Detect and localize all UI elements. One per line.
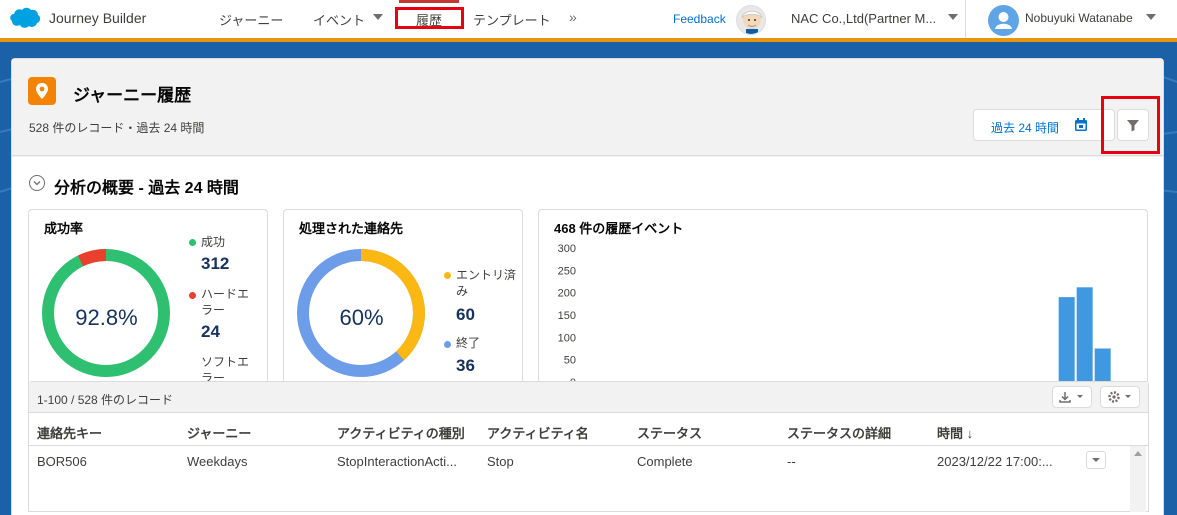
- column-header-sorted[interactable]: 時間 ↓: [937, 423, 973, 442]
- chart-bar[interactable]: [1076, 287, 1093, 382]
- legend-dot: [444, 341, 451, 348]
- history-card: ジャーニー履歴 528 件のレコード・過去 24 時間 過去 24 時間 分析の…: [11, 58, 1164, 515]
- user-avatar[interactable]: [988, 5, 1019, 36]
- contacts-percent-value: 60%: [339, 305, 384, 330]
- y-tick-label: 150: [558, 310, 576, 322]
- legend-label: ハードエラー: [201, 287, 250, 317]
- y-tick-label: 50: [564, 355, 576, 367]
- y-tick-label: 300: [558, 243, 576, 255]
- more-nav-icon[interactable]: »: [569, 9, 577, 25]
- nav-templates[interactable]: テンプレート: [473, 10, 551, 29]
- events-bar-chart: 05010015020025030012:0016:0020:000:004:0…: [558, 243, 1114, 401]
- app-title: Journey Builder: [49, 10, 147, 26]
- y-tick-label: 250: [558, 265, 576, 277]
- success-rate-tile: 成功率 92.8% 成功 312 ハードエラー 24 ソフトエラー 0: [28, 209, 268, 409]
- y-tick-label: 100: [558, 332, 576, 344]
- table-cell: StopInteractionActi...: [337, 454, 457, 469]
- chevron-down-icon[interactable]: [373, 14, 383, 20]
- salesforce-logo: [10, 7, 41, 28]
- column-header[interactable]: ジャーニー: [187, 423, 251, 442]
- legend-label: エントリ済み: [456, 268, 517, 298]
- legend-dot: [189, 239, 196, 246]
- column-header[interactable]: アクティビティ名: [487, 423, 589, 442]
- legend-value: 24: [201, 322, 220, 341]
- filter-highlight-box: [1101, 96, 1160, 154]
- tile-title: 成功率: [44, 221, 84, 236]
- record-count: 1-100 / 528 件のレコード: [37, 393, 174, 407]
- time-range-label: 過去 24 時間: [991, 121, 1060, 135]
- header-divider: [29, 445, 1148, 446]
- nav-events[interactable]: イベント: [313, 10, 365, 29]
- collapse-toggle-icon[interactable]: [29, 175, 45, 191]
- table-cell: --: [787, 454, 796, 469]
- chevron-down-icon: [1092, 458, 1100, 462]
- page-header: ジャーニー履歴 528 件のレコード・過去 24 時間 過去 24 時間: [12, 59, 1163, 156]
- analysis-section-title: 分析の概要 - 過去 24 時間: [54, 180, 239, 197]
- history-highlight-box: [395, 7, 464, 29]
- row-action-button[interactable]: [1086, 451, 1106, 469]
- success-rate-value: 92.8%: [75, 305, 138, 330]
- legend-value: 36: [456, 356, 475, 375]
- legend-label: 終了: [456, 336, 481, 350]
- chart-bar[interactable]: [1094, 348, 1111, 383]
- table-cell: 2023/12/22 17:00:...: [937, 454, 1053, 469]
- gear-icon: [1108, 391, 1131, 403]
- chevron-down-icon[interactable]: [1146, 14, 1156, 20]
- column-header[interactable]: 連絡先キー: [37, 423, 102, 442]
- table-cell: Complete: [637, 454, 693, 469]
- download-icon: [1059, 392, 1083, 403]
- scroll-up-icon[interactable]: [1130, 446, 1146, 460]
- nav-journeys[interactable]: ジャーニー: [219, 10, 283, 29]
- org-switcher[interactable]: NAC Co.,Ltd(Partner M...: [791, 11, 936, 26]
- history-events-tile: 468 件の履歴イベント 05010015020025030012:0016:0…: [538, 209, 1148, 406]
- time-range-button[interactable]: 過去 24 時間: [973, 109, 1115, 141]
- einstein-avatar[interactable]: [736, 5, 766, 35]
- records-table: 1-100 / 528 件のレコード 連絡先キー ジャーニー アクティビティの種…: [28, 381, 1149, 512]
- y-tick-label: 200: [558, 288, 576, 300]
- tile-title: 処理された連絡先: [299, 221, 404, 236]
- contacts-processed-tile: 処理された連絡先 60% エントリ済み 60 終了 36: [283, 209, 523, 406]
- table-scrollbar[interactable]: [1130, 446, 1146, 512]
- legend-value: 60: [456, 305, 475, 324]
- location-pin-icon: [28, 77, 56, 105]
- calendar-icon: [1075, 118, 1087, 131]
- legend-dot: [189, 292, 196, 299]
- top-navigation: Journey Builder ジャーニー イベント 履歴 テンプレート » F…: [0, 0, 1177, 42]
- page-subtitle: 528 件のレコード・過去 24 時間: [29, 121, 205, 135]
- table-toolbar: 1-100 / 528 件のレコード: [29, 382, 1148, 413]
- settings-button[interactable]: [1100, 386, 1140, 408]
- feedback-link[interactable]: Feedback: [673, 12, 726, 26]
- download-button[interactable]: [1052, 386, 1092, 408]
- column-header[interactable]: アクティビティの種別: [337, 423, 465, 442]
- legend-dot: [444, 272, 451, 279]
- legend-value: 312: [201, 254, 230, 273]
- chart-bar[interactable]: [1058, 297, 1075, 382]
- column-header[interactable]: ステータスの詳細: [787, 423, 891, 442]
- table-cell[interactable]: BOR506: [37, 454, 87, 469]
- legend-label: 成功: [201, 235, 226, 249]
- column-header[interactable]: ステータス: [637, 423, 702, 442]
- user-menu[interactable]: Nobuyuki Watanabe: [1025, 11, 1133, 25]
- page-title: ジャーニー履歴: [73, 86, 192, 105]
- table-cell: Weekdays: [187, 454, 248, 469]
- table-cell: Stop: [487, 454, 514, 469]
- divider: [965, 0, 966, 38]
- analysis-body: 分析の概要 - 過去 24 時間 成功率 92.8% 成功 312 ハードエラー…: [12, 157, 1163, 515]
- chevron-down-icon[interactable]: [948, 14, 958, 20]
